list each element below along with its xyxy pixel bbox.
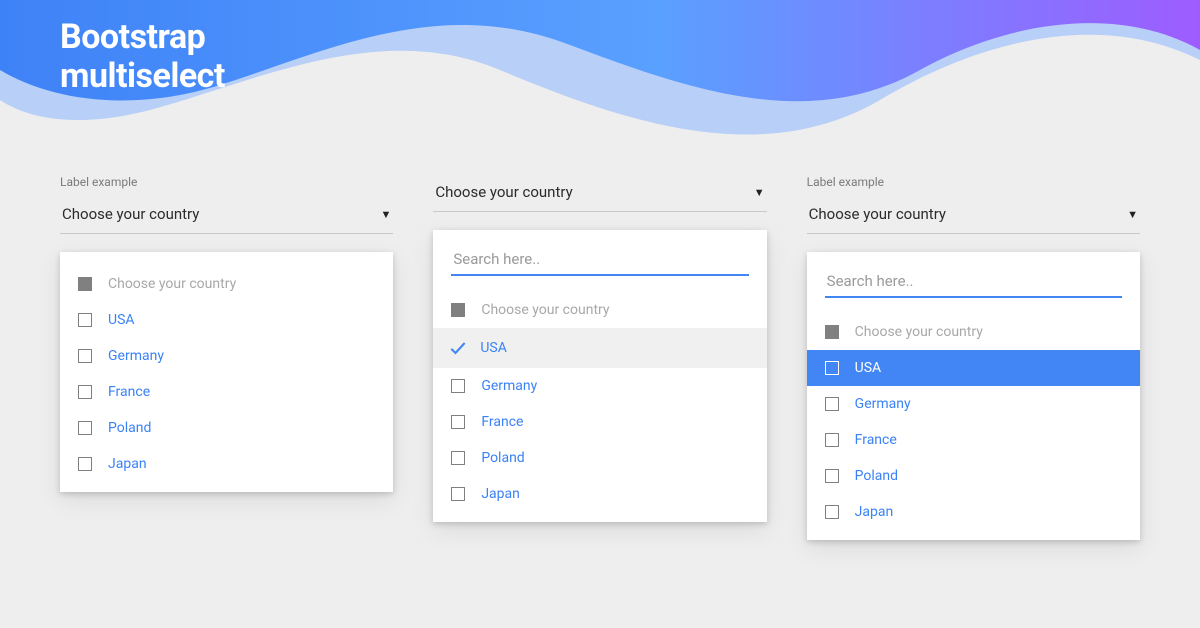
checkbox-icon: [451, 415, 465, 429]
title-line: multiselect: [60, 57, 225, 96]
option-placeholder[interactable]: Choose your country: [60, 266, 393, 302]
option-item[interactable]: France: [807, 422, 1140, 458]
dropdown-panel: Choose your country USA Germany France P…: [433, 230, 766, 522]
field-label: Label example: [807, 175, 1140, 189]
title-line: Bootstrap: [60, 18, 225, 57]
select-trigger[interactable]: Choose your country ▼: [60, 197, 393, 234]
option-item[interactable]: Germany: [60, 338, 393, 374]
option-placeholder[interactable]: Choose your country: [807, 314, 1140, 350]
search-input[interactable]: [451, 244, 748, 276]
option-label: Choose your country: [108, 276, 236, 292]
checkbox-icon: [78, 277, 92, 291]
option-item[interactable]: Japan: [807, 494, 1140, 530]
select-value: Choose your country: [62, 205, 199, 223]
checkbox-icon: [825, 325, 839, 339]
checkbox-icon: [78, 421, 92, 435]
option-label: Poland: [108, 420, 151, 436]
multiselect-basic: Label example Choose your country ▼ Choo…: [60, 175, 393, 492]
checkbox-icon: [825, 361, 839, 375]
dropdown-panel: Choose your country USA Germany France P…: [807, 252, 1140, 540]
check-icon: [448, 338, 468, 358]
search-input[interactable]: [825, 266, 1122, 298]
caret-down-icon: ▼: [754, 186, 765, 199]
select-value: Choose your country: [809, 205, 946, 223]
search-wrap: [807, 266, 1140, 314]
option-item[interactable]: Japan: [60, 446, 393, 482]
checkbox-icon: [451, 379, 465, 393]
checkbox-icon: [825, 433, 839, 447]
caret-down-icon: ▼: [1127, 208, 1138, 221]
option-label: Poland: [481, 450, 524, 466]
dropdown-panel: Choose your country USA Germany France P…: [60, 252, 393, 492]
option-item[interactable]: Poland: [60, 410, 393, 446]
option-label: France: [108, 384, 150, 400]
checkbox-icon: [78, 349, 92, 363]
search-wrap: [433, 244, 766, 292]
select-trigger[interactable]: Choose your country ▼: [807, 197, 1140, 234]
checkbox-icon: [451, 487, 465, 501]
option-item[interactable]: Germany: [807, 386, 1140, 422]
option-item-highlight[interactable]: USA: [807, 350, 1140, 386]
option-label: Poland: [855, 468, 898, 484]
option-item[interactable]: France: [433, 404, 766, 440]
option-label: Choose your country: [855, 324, 983, 340]
option-item[interactable]: USA: [60, 302, 393, 338]
checkbox-icon: [825, 505, 839, 519]
checkbox-icon: [451, 303, 465, 317]
select-value: Choose your country: [435, 183, 572, 201]
option-label: Japan: [481, 486, 520, 502]
checkbox-icon: [78, 385, 92, 399]
option-label: Choose your country: [481, 302, 609, 318]
option-item[interactable]: Japan: [433, 476, 766, 512]
option-item[interactable]: France: [60, 374, 393, 410]
field-label: Label example: [60, 175, 393, 189]
option-label: Germany: [108, 348, 164, 364]
multiselect-search-highlight: Label example Choose your country ▼ Choo…: [807, 175, 1140, 540]
option-label: France: [481, 414, 523, 430]
option-label: Japan: [108, 456, 147, 472]
option-label: USA: [855, 360, 882, 376]
option-label: France: [855, 432, 897, 448]
option-item[interactable]: Poland: [807, 458, 1140, 494]
option-placeholder[interactable]: Choose your country: [433, 292, 766, 328]
option-label: USA: [108, 312, 135, 328]
option-label: Germany: [855, 396, 911, 412]
checkbox-icon: [825, 397, 839, 411]
option-label: USA: [480, 340, 507, 356]
checkbox-icon: [825, 469, 839, 483]
option-item[interactable]: Poland: [433, 440, 766, 476]
option-item[interactable]: Germany: [433, 368, 766, 404]
checkbox-icon: [78, 313, 92, 327]
checkbox-icon: [451, 451, 465, 465]
option-item-selected[interactable]: USA: [433, 328, 766, 368]
option-label: Germany: [481, 378, 537, 394]
multiselect-search-checked: Choose your country ▼ Choose your countr…: [433, 175, 766, 522]
examples-row: Label example Choose your country ▼ Choo…: [60, 175, 1140, 540]
select-trigger[interactable]: Choose your country ▼: [433, 175, 766, 212]
page-title: Bootstrap multiselect: [60, 18, 225, 96]
option-label: Japan: [855, 504, 894, 520]
caret-down-icon: ▼: [380, 208, 391, 221]
checkbox-icon: [78, 457, 92, 471]
